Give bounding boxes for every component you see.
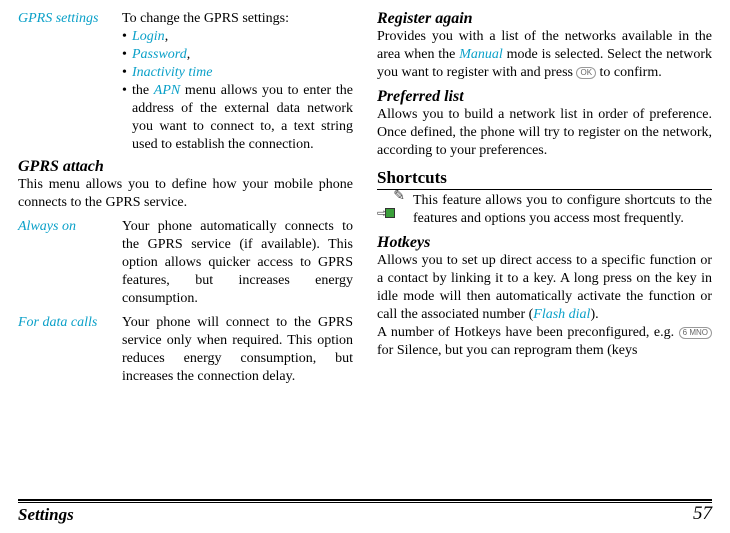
- page-number: 57: [693, 503, 712, 525]
- shortcuts-row: ✎ ⇨ This feature allows you to configure…: [377, 192, 712, 228]
- inactivity-label: Inactivity time: [132, 65, 212, 80]
- bullet-apn: the APN menu allows you to enter the add…: [122, 82, 353, 154]
- shortcut-icon: ✎ ⇨: [377, 192, 405, 220]
- gprs-settings-row: GPRS settings To change the GPRS setting…: [18, 10, 353, 154]
- login-label: Login: [132, 29, 165, 44]
- preferred-body: Allows you to build a network list in or…: [377, 106, 712, 160]
- key-6-icon: 6 MNO: [679, 327, 712, 339]
- hotkeys-p2a: A number of Hotkeys have been preconfigu…: [377, 325, 679, 340]
- arrow-icon: ⇨: [377, 206, 387, 220]
- for-data-term: For data calls: [18, 314, 122, 332]
- bullet-inactivity: Inactivity time: [122, 64, 353, 82]
- always-on-desc: Your phone automatically connects to the…: [122, 218, 353, 308]
- shortcuts-tip: This feature allows you to configure sho…: [413, 192, 712, 228]
- bullet-login: Login,: [122, 28, 353, 46]
- page-footer: Settings 57: [0, 503, 730, 525]
- always-on-row: Always on Your phone automatically conne…: [18, 218, 353, 308]
- register-body: Provides you with a list of the networks…: [377, 28, 712, 82]
- gprs-settings-intro: To change the GPRS settings:: [122, 11, 289, 26]
- for-data-desc: Your phone will connect to the GPRS serv…: [122, 314, 353, 386]
- flash-dial: Flash dial: [533, 307, 590, 322]
- register-p1c: to confirm.: [596, 65, 662, 80]
- hotkeys-p2: A number of Hotkeys have been preconfigu…: [377, 324, 712, 360]
- gprs-settings-term: GPRS settings: [18, 10, 122, 28]
- bullet-password: Password,: [122, 46, 353, 64]
- preferred-heading: Preferred list: [377, 88, 712, 106]
- shortcuts-heading: Shortcuts: [377, 168, 712, 190]
- right-column: Register again Provides you with a list …: [377, 10, 712, 388]
- gprs-attach-heading: GPRS attach: [18, 158, 353, 176]
- left-column: GPRS settings To change the GPRS setting…: [18, 10, 353, 388]
- apn-word: APN: [154, 83, 180, 98]
- always-on-term: Always on: [18, 218, 122, 236]
- gprs-settings-list: Login, Password, Inactivity time the APN…: [122, 28, 353, 154]
- gprs-settings-desc: To change the GPRS settings: Login, Pass…: [122, 10, 353, 154]
- hotkeys-heading: Hotkeys: [377, 234, 712, 252]
- hotkeys-p1b: ).: [590, 307, 598, 322]
- pencil-icon: ✎: [393, 190, 405, 204]
- footer-divider: [18, 499, 712, 501]
- register-heading: Register again: [377, 10, 712, 28]
- hotkeys-p1: Allows you to set up direct access to a …: [377, 252, 712, 324]
- ok-key-icon: OK: [576, 67, 596, 79]
- apn-pre: the: [132, 83, 154, 98]
- hotkeys-p2b: for Silence, but you can reprogram them …: [377, 343, 637, 358]
- for-data-row: For data calls Your phone will connect t…: [18, 314, 353, 386]
- footer-section-title: Settings: [18, 505, 74, 525]
- manual-word: Manual: [459, 47, 503, 62]
- gprs-attach-blurb: This menu allows you to define how your …: [18, 176, 353, 212]
- password-label: Password: [132, 47, 187, 62]
